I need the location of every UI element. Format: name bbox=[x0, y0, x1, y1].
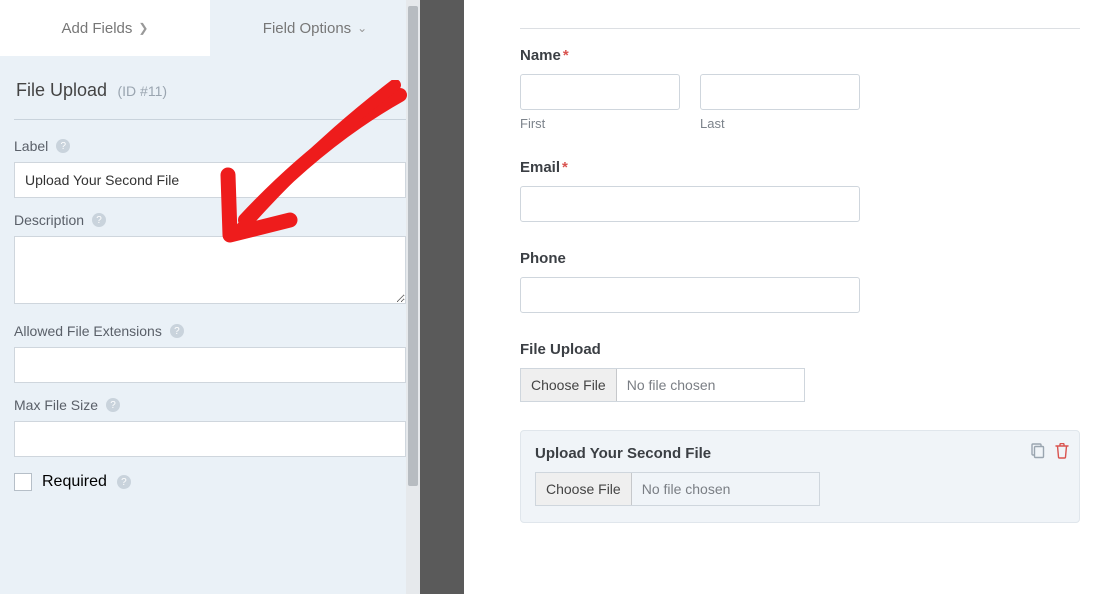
file1-label: File Upload bbox=[520, 341, 1080, 358]
divider bbox=[14, 119, 406, 120]
required-asterisk: * bbox=[562, 159, 568, 176]
field-file-1: File Upload Choose File No file chosen bbox=[520, 341, 1080, 402]
allowed-ext-label: Allowed File Extensions bbox=[14, 323, 162, 339]
label-input[interactable] bbox=[14, 162, 406, 198]
name-label: Name* bbox=[520, 47, 1080, 64]
field-email: Email* bbox=[520, 159, 1080, 222]
scrollbar-thumb[interactable] bbox=[408, 6, 418, 486]
help-icon[interactable]: ? bbox=[56, 139, 70, 153]
allowed-ext-input[interactable] bbox=[14, 347, 406, 383]
field-name: Name* First Last bbox=[520, 47, 1080, 131]
file2-label: Upload Your Second File bbox=[535, 445, 1065, 462]
form-preview: Name* First Last Email* bbox=[520, 29, 1080, 523]
choose-file-button[interactable]: Choose File bbox=[536, 473, 632, 505]
options-panel: File Upload (ID #11) ⌄ Label ? Descripti… bbox=[0, 56, 420, 594]
tab-field-options-label: Field Options bbox=[263, 20, 351, 37]
panel-gap bbox=[420, 0, 464, 594]
file1-row: Choose File No file chosen bbox=[520, 368, 805, 402]
phone-input[interactable] bbox=[520, 277, 860, 313]
field-phone: Phone bbox=[520, 250, 1080, 313]
left-panel: Add Fields ❯ Field Options ⌄ File Upload… bbox=[0, 0, 420, 594]
description-label: Description bbox=[14, 212, 84, 228]
tab-add-fields-label: Add Fields bbox=[62, 20, 133, 37]
required-asterisk: * bbox=[563, 47, 569, 64]
allowed-ext-row: Allowed File Extensions ? bbox=[14, 323, 406, 339]
card-actions bbox=[1029, 443, 1069, 459]
max-size-row: Max File Size ? bbox=[14, 397, 406, 413]
required-row: Required ? bbox=[14, 473, 406, 491]
scrollbar[interactable] bbox=[406, 0, 420, 594]
no-file-text: No file chosen bbox=[632, 481, 741, 497]
first-sublabel: First bbox=[520, 116, 680, 131]
file2-row: Choose File No file chosen bbox=[535, 472, 820, 506]
label-row: Label ? bbox=[14, 138, 406, 154]
tab-add-fields[interactable]: Add Fields ❯ bbox=[0, 0, 210, 56]
help-icon[interactable]: ? bbox=[106, 398, 120, 412]
description-input[interactable] bbox=[14, 236, 406, 304]
no-file-text: No file chosen bbox=[617, 377, 726, 393]
field-file-2-selected[interactable]: Upload Your Second File Choose File No f… bbox=[520, 430, 1080, 523]
help-icon[interactable]: ? bbox=[117, 475, 131, 489]
help-icon[interactable]: ? bbox=[92, 213, 106, 227]
duplicate-icon[interactable] bbox=[1029, 443, 1045, 459]
required-checkbox[interactable] bbox=[14, 473, 32, 491]
chevron-down-icon: ⌄ bbox=[357, 21, 367, 35]
preview-panel: Name* First Last Email* bbox=[464, 0, 1116, 594]
label-label: Label bbox=[14, 138, 48, 154]
trash-icon[interactable] bbox=[1055, 443, 1069, 459]
section-title: File Upload bbox=[16, 80, 107, 100]
name-row: First Last bbox=[520, 74, 1080, 131]
description-row: Description ? bbox=[14, 212, 406, 228]
section-id: (ID #11) bbox=[118, 83, 168, 99]
first-name-input[interactable] bbox=[520, 74, 680, 110]
tab-field-options[interactable]: Field Options ⌄ bbox=[210, 0, 420, 56]
last-sublabel: Last bbox=[700, 116, 860, 131]
choose-file-button[interactable]: Choose File bbox=[521, 369, 617, 401]
max-size-label: Max File Size bbox=[14, 397, 98, 413]
phone-label: Phone bbox=[520, 250, 1080, 267]
chevron-right-icon: ❯ bbox=[138, 21, 148, 35]
tabs: Add Fields ❯ Field Options ⌄ bbox=[0, 0, 420, 56]
app-root: Add Fields ❯ Field Options ⌄ File Upload… bbox=[0, 0, 1116, 594]
chevron-down-icon[interactable]: ⌄ bbox=[392, 82, 404, 99]
email-label: Email* bbox=[520, 159, 1080, 176]
section-header[interactable]: File Upload (ID #11) ⌄ bbox=[14, 62, 406, 109]
required-label: Required bbox=[42, 473, 107, 491]
max-size-input[interactable] bbox=[14, 421, 406, 457]
email-input[interactable] bbox=[520, 186, 860, 222]
help-icon[interactable]: ? bbox=[170, 324, 184, 338]
last-name-input[interactable] bbox=[700, 74, 860, 110]
